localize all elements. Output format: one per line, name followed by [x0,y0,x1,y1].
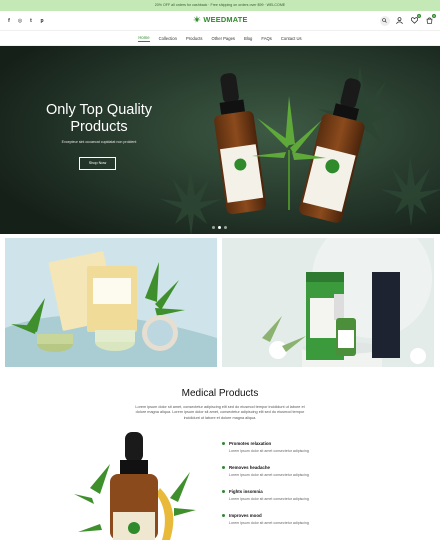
pinterest-icon[interactable]: p [39,18,45,24]
brand-logo[interactable]: WEEDMATE [192,15,247,24]
benefit-title: Promotes relaxation [229,441,272,446]
announcement-bar: 20% OFF all orders for cashback · Free s… [0,0,440,11]
hero-slider: Only Top Quality Products Excepteur sint… [0,46,440,234]
benefit-text: Lorem ipsum dolor sit amet consectetur a… [229,521,309,525]
bullet-icon [222,466,225,469]
benefit-text: Lorem ipsum dolor sit amet consectetur a… [229,497,309,501]
nav-item-blog[interactable]: Blog [244,36,252,41]
twitter-icon[interactable]: t [28,18,34,24]
wishlist-button[interactable]: 0 [410,14,421,25]
promo-banner-cbd-oil[interactable] [222,238,434,367]
benefit-item: Removes headache Lorem ipsum dolor sit a… [222,465,342,477]
cart-button[interactable]: 0 [425,14,436,25]
social-links: f ◎ t p [6,18,45,24]
bullet-icon [222,514,225,517]
benefit-item: Improves mood Lorem ipsum dolor sit amet… [222,513,342,525]
section-title: Medical Products [181,388,259,399]
bullet-icon [222,442,225,445]
benefit-text: Lorem ipsum dolor sit amet consectetur a… [229,473,309,477]
nav-item-products[interactable]: Products [186,36,203,41]
slider-dot[interactable] [212,226,215,229]
promo-banner-skincare[interactable] [5,238,217,367]
section-description: Lorem ipsum dolor sit amet, consectetur … [135,405,305,420]
slider-dot[interactable] [224,226,227,229]
cart-count-badge: 0 [432,14,436,18]
nav-item-home[interactable]: Home [138,35,150,42]
benefit-item: Promotes relaxation Lorem ipsum dolor si… [222,441,342,453]
slider-dot-active[interactable] [218,226,221,229]
hero-subtitle: Excepteur sint occaecat cupidatat non pr… [61,140,137,144]
cbd-oil-products-image [262,238,432,367]
hero-title: Only Top Quality Products [45,102,153,135]
skincare-products-image [5,251,217,367]
nav-item-collection[interactable]: Collection [159,36,177,41]
shop-now-button[interactable]: Shop Now [79,157,116,170]
site-header: f ◎ t p WEEDMATE 0 0 [0,11,440,30]
search-icon [382,18,387,23]
benefit-title: Fights insomnia [229,489,263,494]
facebook-icon[interactable]: f [6,18,12,24]
nav-item-other-pages[interactable]: Other Pages [211,36,235,41]
cbd-bottle-image [74,432,196,540]
brand-name: WEEDMATE [203,15,248,24]
nav-item-contact-us[interactable]: Contact Us [281,36,302,41]
heart-icon [411,17,418,24]
search-button[interactable] [379,15,390,26]
benefit-title: Improves mood [229,513,262,518]
wishlist-count-badge: 0 [417,14,421,18]
main-nav: Home Collection Products Other Pages Blo… [0,30,440,46]
header-actions: 0 0 [379,14,436,26]
slider-dots [212,226,227,229]
user-icon [396,17,403,24]
benefit-item: Fights insomnia Lorem ipsum dolor sit am… [222,489,342,501]
benefit-list: Promotes relaxation Lorem ipsum dolor si… [222,441,342,537]
account-button[interactable] [395,16,404,25]
cart-icon [426,17,433,24]
nav-item-faqs[interactable]: FAQs [261,36,271,41]
cannabis-leaf-icon [192,15,201,23]
benefit-title: Removes headache [229,465,270,470]
bullet-icon [222,490,225,493]
benefit-text: Lorem ipsum dolor sit amet consectetur a… [229,449,309,453]
instagram-icon[interactable]: ◎ [17,18,23,24]
